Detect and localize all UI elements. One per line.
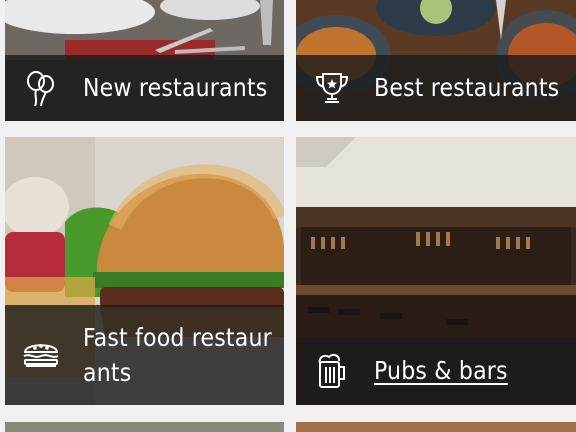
label-bar: Pubs & bars (296, 337, 576, 405)
label-bar: Best restaurants (296, 55, 576, 121)
category-label: Best restaurants (374, 73, 560, 102)
beer-mug-icon (313, 352, 351, 390)
category-label: New restaurants (83, 73, 268, 102)
category-tile-fast-food[interactable]: Fast food restaur ants (5, 137, 284, 405)
category-tile-best-restaurants[interactable]: Best restaurants (296, 0, 576, 121)
category-tile-new-restaurants[interactable]: New restaurants (5, 0, 284, 121)
label-bar: New restaurants (5, 55, 284, 121)
burger-icon (22, 336, 60, 374)
category-tile-pubs-bars[interactable]: Pubs & bars (296, 137, 576, 405)
category-label-link[interactable]: Pubs & bars (374, 354, 568, 388)
balloons-icon (22, 69, 60, 107)
trophy-icon (313, 69, 351, 107)
category-label: Fast food restaur ants (83, 323, 272, 387)
category-tile-partial[interactable] (296, 422, 576, 432)
category-tile-partial[interactable] (5, 422, 284, 432)
label-bar: Fast food restaur ants (5, 305, 284, 405)
